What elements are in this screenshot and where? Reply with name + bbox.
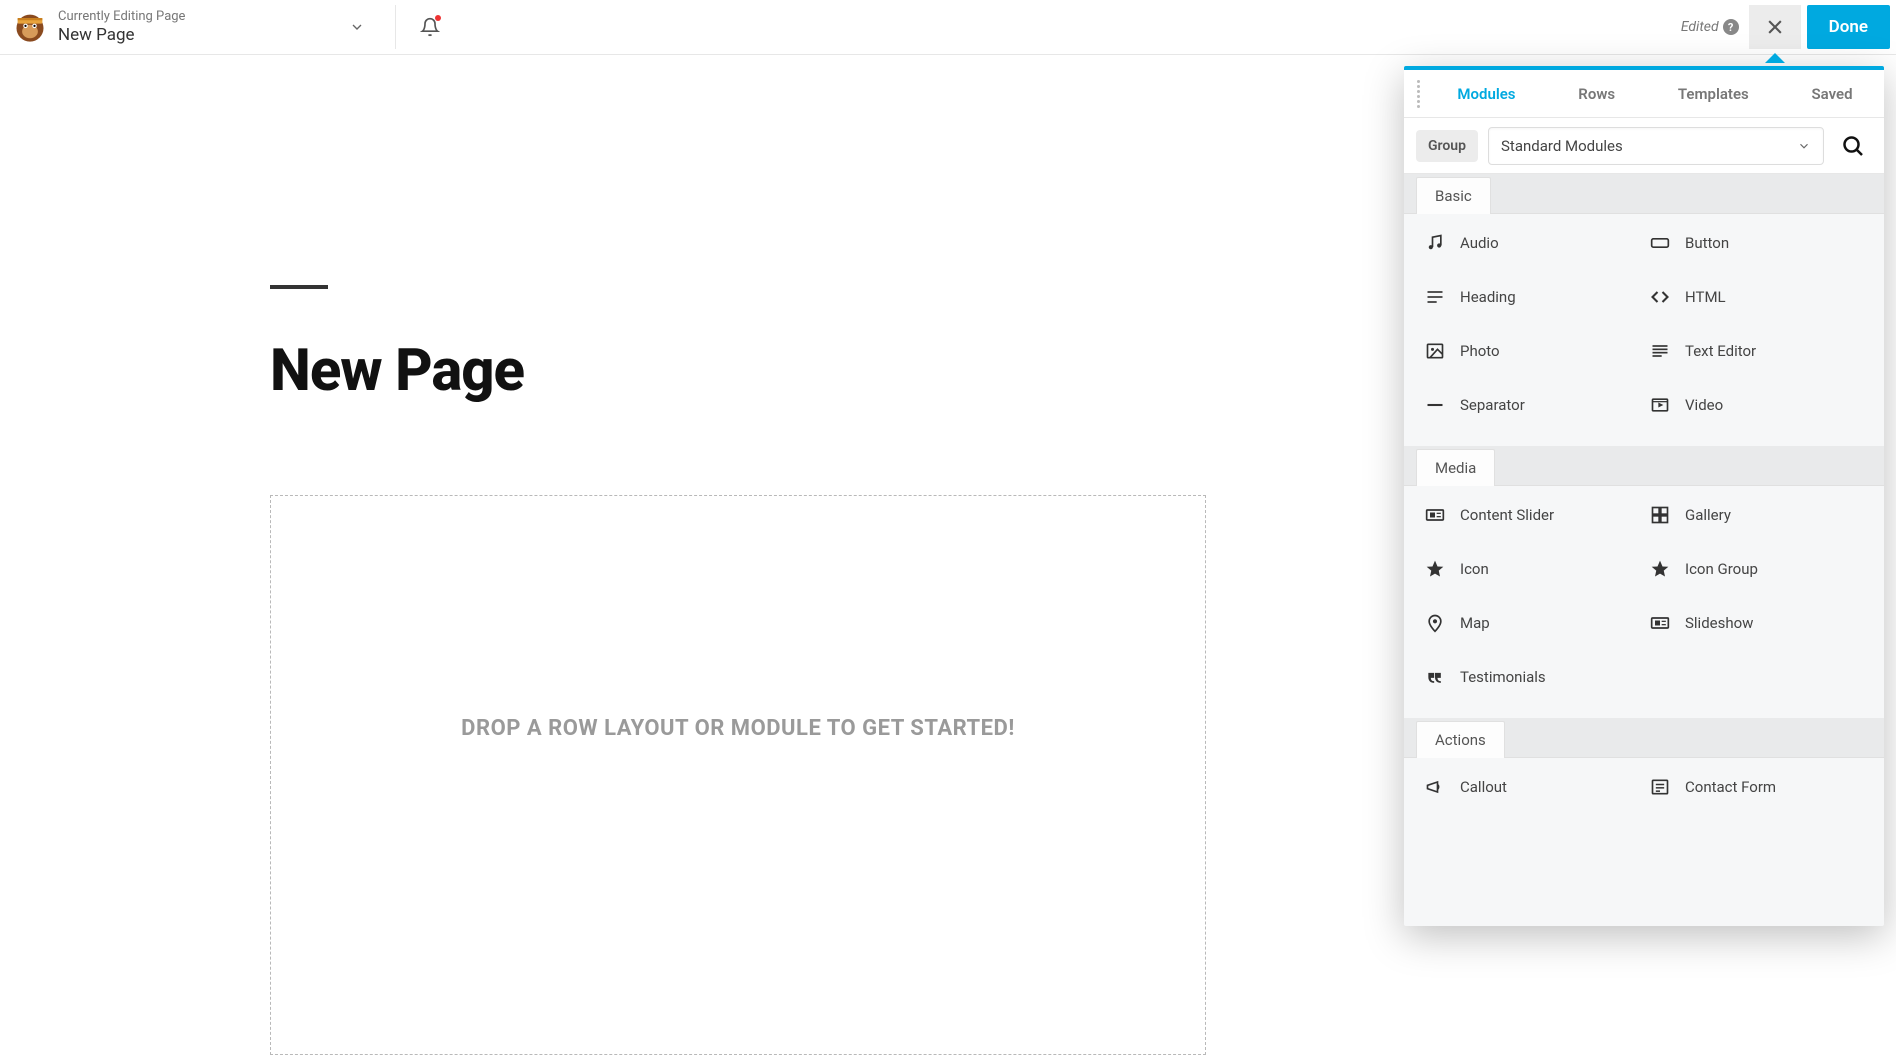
content-panel: Modules Rows Templates Saved Group Standard… bbox=[1404, 66, 1884, 926]
panel-tabbar: Modules Rows Templates Saved bbox=[1404, 70, 1884, 118]
module-group-select-value: Standard Modules bbox=[1501, 137, 1623, 155]
section-header: Media bbox=[1404, 446, 1884, 486]
module-item-audio[interactable]: Audio bbox=[1424, 232, 1639, 254]
heading-icon bbox=[1424, 286, 1446, 308]
module-item-label: Callout bbox=[1460, 778, 1507, 796]
module-item-button[interactable]: Button bbox=[1649, 232, 1864, 254]
module-item-testimonials[interactable]: Testimonials bbox=[1424, 666, 1639, 688]
edited-status: Edited ? bbox=[1681, 19, 1739, 35]
module-item-text-editor[interactable]: Text Editor bbox=[1649, 340, 1864, 362]
module-item-video[interactable]: Video bbox=[1649, 394, 1864, 416]
module-item-label: Photo bbox=[1460, 342, 1500, 360]
module-item-label: Icon bbox=[1460, 560, 1489, 578]
module-item-content-slider[interactable]: Content Slider bbox=[1424, 504, 1639, 526]
image-icon bbox=[1424, 340, 1446, 362]
title-decorative-rule bbox=[270, 285, 328, 289]
module-item-label: Gallery bbox=[1685, 506, 1731, 524]
pin-icon bbox=[1424, 612, 1446, 634]
slider-icon bbox=[1649, 612, 1671, 634]
module-item-label: Heading bbox=[1460, 288, 1516, 306]
toolbar-divider bbox=[395, 5, 396, 49]
page-title-label: New Page bbox=[58, 25, 185, 45]
module-item-html[interactable]: HTML bbox=[1649, 286, 1864, 308]
button-icon bbox=[1649, 232, 1671, 254]
dropzone-placeholder-text: DROP A ROW LAYOUT OR MODULE TO GET START… bbox=[461, 496, 1015, 741]
module-item-label: Icon Group bbox=[1685, 560, 1758, 578]
close-panel-button[interactable] bbox=[1749, 5, 1801, 49]
text-icon bbox=[1649, 340, 1671, 362]
tab-rows[interactable]: Rows bbox=[1566, 71, 1627, 117]
panel-filter-bar: Group Standard Modules bbox=[1404, 118, 1884, 174]
page-heading: New Page bbox=[270, 337, 1230, 405]
module-item-label: Content Slider bbox=[1460, 506, 1554, 524]
section-header: Basic bbox=[1404, 174, 1884, 214]
module-item-label: Contact Form bbox=[1685, 778, 1776, 796]
module-item-gallery[interactable]: Gallery bbox=[1649, 504, 1864, 526]
search-button[interactable] bbox=[1834, 127, 1872, 165]
panel-pointer-icon bbox=[1765, 53, 1785, 63]
module-grid: Content Slider Gallery Icon Icon Group Map Sl… bbox=[1404, 486, 1884, 718]
star-icon bbox=[1424, 558, 1446, 580]
layout-dropzone[interactable]: DROP A ROW LAYOUT OR MODULE TO GET START… bbox=[270, 495, 1206, 1055]
done-button[interactable]: Done bbox=[1807, 5, 1890, 49]
quote-icon bbox=[1424, 666, 1446, 688]
module-item-separator[interactable]: Separator bbox=[1424, 394, 1639, 416]
module-item-map[interactable]: Map bbox=[1424, 612, 1639, 634]
notifications-button[interactable] bbox=[408, 5, 452, 49]
panel-drag-handle[interactable] bbox=[1404, 70, 1426, 117]
notification-dot-icon bbox=[435, 15, 441, 21]
editing-context-label: Currently Editing Page bbox=[58, 9, 185, 25]
module-item-photo[interactable]: Photo bbox=[1424, 340, 1639, 362]
help-icon[interactable]: ? bbox=[1723, 19, 1739, 35]
panel-scroll-area[interactable]: Basic Audio Button Heading HTML Photo Text Edi… bbox=[1404, 174, 1884, 926]
music-icon bbox=[1424, 232, 1446, 254]
section-title: Media bbox=[1416, 449, 1495, 486]
tab-modules[interactable]: Modules bbox=[1445, 71, 1527, 117]
module-item-label: Slideshow bbox=[1685, 614, 1753, 632]
module-item-callout[interactable]: Callout bbox=[1424, 776, 1639, 798]
tab-saved[interactable]: Saved bbox=[1800, 71, 1865, 117]
top-toolbar: Currently Editing Page New Page Edited ?… bbox=[0, 0, 1896, 55]
chevron-down-icon bbox=[1797, 139, 1811, 153]
megaphone-icon bbox=[1424, 776, 1446, 798]
gallery-icon bbox=[1649, 504, 1671, 526]
section-title: Actions bbox=[1416, 721, 1505, 758]
section-header: Actions bbox=[1404, 718, 1884, 758]
module-item-heading[interactable]: Heading bbox=[1424, 286, 1639, 308]
module-item-label: Video bbox=[1685, 396, 1723, 414]
module-item-slideshow[interactable]: Slideshow bbox=[1649, 612, 1864, 634]
module-item-label: Text Editor bbox=[1685, 342, 1756, 360]
module-item-label: HTML bbox=[1685, 288, 1726, 306]
separator-icon bbox=[1424, 394, 1446, 416]
module-item-icon[interactable]: Icon bbox=[1424, 558, 1639, 580]
video-icon bbox=[1649, 394, 1671, 416]
code-icon bbox=[1649, 286, 1671, 308]
module-item-label: Testimonials bbox=[1460, 668, 1546, 686]
module-item-label: Separator bbox=[1460, 396, 1525, 414]
module-item-label: Audio bbox=[1460, 234, 1499, 252]
module-item-label: Map bbox=[1460, 614, 1490, 632]
title-dropdown-toggle[interactable] bbox=[335, 19, 379, 35]
module-item-icon-group[interactable]: Icon Group bbox=[1649, 558, 1864, 580]
module-group-select[interactable]: Standard Modules bbox=[1488, 127, 1824, 165]
beaver-logo-icon bbox=[12, 9, 48, 45]
module-item-contact-form[interactable]: Contact Form bbox=[1649, 776, 1864, 798]
section-title: Basic bbox=[1416, 177, 1491, 214]
star-icon bbox=[1649, 558, 1671, 580]
module-item-label: Button bbox=[1685, 234, 1729, 252]
module-grid: Callout Contact Form bbox=[1404, 758, 1884, 828]
page-title-block[interactable]: Currently Editing Page New Page bbox=[0, 0, 391, 54]
tab-templates[interactable]: Templates bbox=[1666, 71, 1761, 117]
module-grid: Audio Button Heading HTML Photo Text Editor Se… bbox=[1404, 214, 1884, 446]
group-label-chip: Group bbox=[1416, 130, 1478, 162]
form-icon bbox=[1649, 776, 1671, 798]
slider-icon bbox=[1424, 504, 1446, 526]
